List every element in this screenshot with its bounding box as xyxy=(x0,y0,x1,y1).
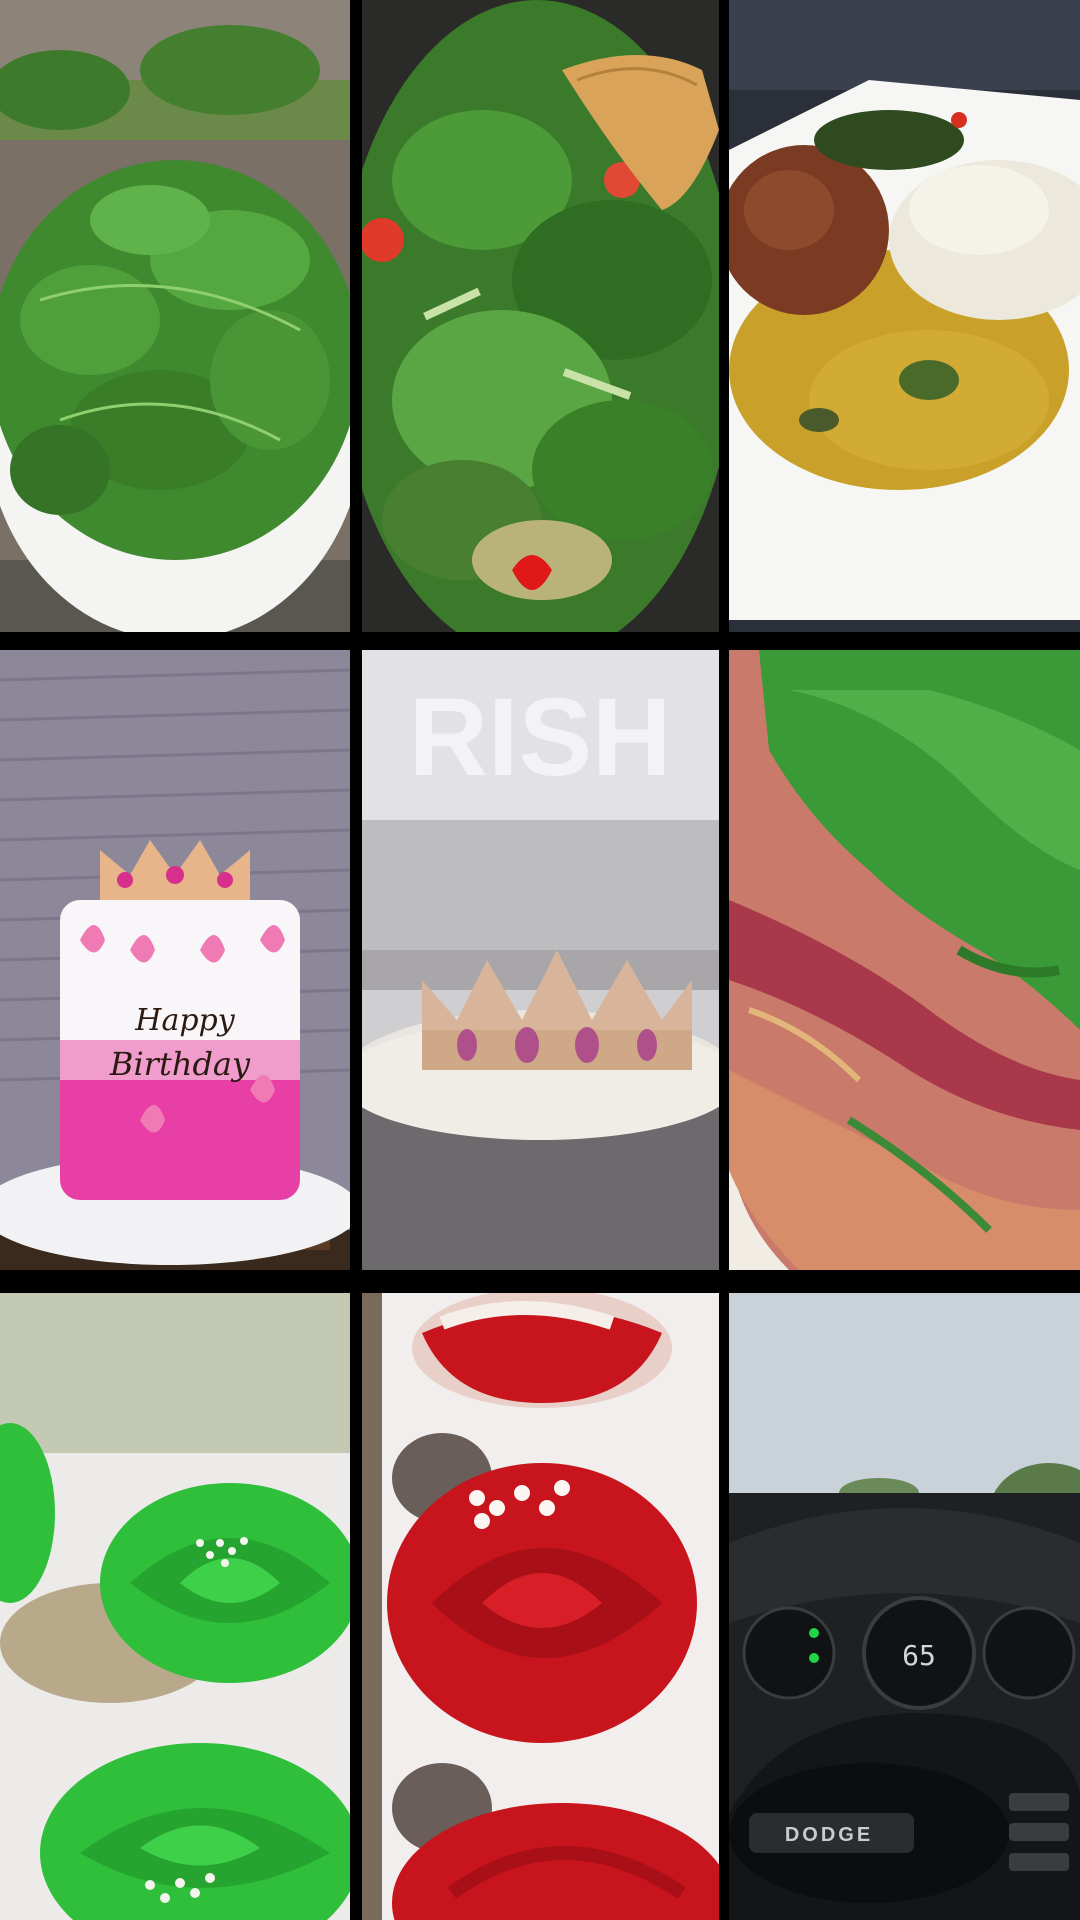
cake-topper-text-1: Happy xyxy=(134,1003,235,1038)
rice-plate-image xyxy=(729,0,1080,632)
crown-topper-image: RISH xyxy=(362,650,719,1270)
red-cupcakes-image xyxy=(362,1293,719,1920)
grid-tile-car-dashboard[interactable]: 65 DODGE xyxy=(729,1293,1080,1920)
grid-tile-crown-topper[interactable]: RISH xyxy=(362,650,719,1270)
cake-topper-text-2: Birthday xyxy=(109,1045,251,1083)
grid-tile-sauteed-greens[interactable] xyxy=(362,0,719,632)
spinach-bowl-image xyxy=(0,0,350,632)
grid-tile-birthday-cake[interactable]: Happy Birthday xyxy=(0,650,350,1270)
green-cupcakes-image xyxy=(0,1293,350,1920)
backdrop-letters: RISH xyxy=(409,676,672,799)
grid-tile-rice-plate[interactable] xyxy=(729,0,1080,632)
sauteed-greens-image xyxy=(362,0,719,632)
speed-readout: 65 xyxy=(902,1639,936,1672)
steering-badge: DODGE xyxy=(785,1824,873,1846)
marbled-flatbread-image xyxy=(729,650,1080,1270)
birthday-cake-image: Happy Birthday xyxy=(0,650,350,1270)
photo-grid: Happy Birthday RISH 65 DODGE xyxy=(0,0,1080,1920)
grid-tile-spinach-bowl[interactable] xyxy=(0,0,350,632)
car-dashboard-image: 65 DODGE xyxy=(729,1293,1080,1920)
grid-tile-marbled-flatbread[interactable] xyxy=(729,650,1080,1270)
grid-tile-green-cupcakes[interactable] xyxy=(0,1293,350,1920)
grid-tile-red-cupcakes[interactable] xyxy=(362,1293,719,1920)
